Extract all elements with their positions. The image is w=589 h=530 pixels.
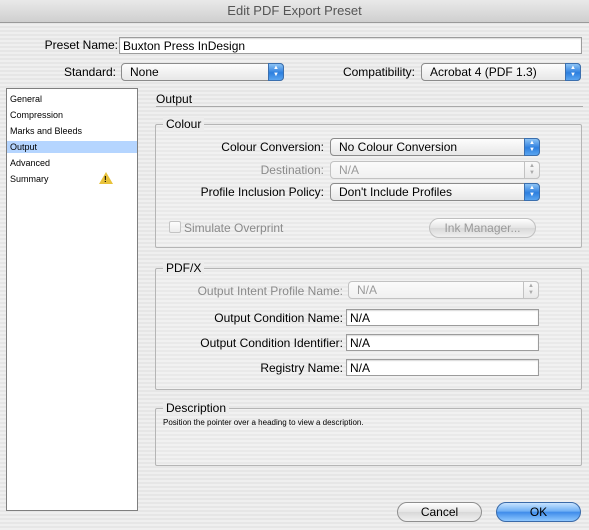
destination-value: N/A [339, 163, 360, 177]
destination-popup[interactable]: N/A ▲ ▼ [330, 161, 540, 179]
sidebar-item-output[interactable]: Output [7, 141, 137, 153]
sidebar-item-marks-and-bleeds[interactable]: Marks and Bleeds [7, 125, 137, 137]
colour-conversion-value: No Colour Conversion [339, 140, 458, 154]
popup-arrows-icon: ▲ ▼ [565, 63, 581, 81]
sidebar-item-advanced[interactable]: Advanced [7, 157, 137, 169]
popup-arrows-icon: ▲ ▼ [268, 63, 284, 81]
condition-name-label: Output Condition Name: [214, 311, 343, 325]
preset-name-label: Preset Name: [44, 38, 118, 52]
standard-value: None [130, 65, 159, 79]
condition-name-input[interactable]: N/A [346, 309, 539, 326]
description-text: Position the pointer over a heading to v… [163, 418, 364, 427]
ink-manager-button[interactable]: Ink Manager... [429, 218, 536, 238]
sidebar-item-compression[interactable]: Compression [7, 109, 137, 121]
sidebar-item-label: General [10, 94, 43, 104]
sidebar-item-label: Output [10, 142, 38, 152]
profile-policy-label: Profile Inclusion Policy: [200, 185, 324, 199]
sidebar-item-label: Advanced [10, 158, 51, 168]
compatibility-label: Compatibility: [342, 65, 415, 79]
warning-icon: ! [99, 172, 113, 184]
simulate-overprint-checkbox[interactable] [169, 221, 181, 233]
simulate-overprint-label: Simulate Overprint [184, 221, 284, 235]
description-title: Description [163, 401, 230, 415]
sidebar-item-label: Compression [10, 110, 64, 120]
sidebar-item-general[interactable]: General [7, 93, 137, 105]
sidebar-item-summary[interactable]: Summary ! [7, 172, 137, 185]
window-title-bar: Edit PDF Export Preset [0, 0, 589, 23]
registry-name-label: Registry Name: [260, 361, 343, 375]
window-title: Edit PDF Export Preset [227, 3, 362, 18]
sidebar-item-label: Marks and Bleeds [10, 126, 83, 136]
category-list[interactable]: General Compression Marks and Bleeds Out… [6, 88, 138, 511]
pdfx-group-title: PDF/X [163, 261, 205, 275]
condition-identifier-label: Output Condition Identifier: [200, 336, 343, 350]
popup-arrows-icon: ▲ ▼ [524, 183, 540, 201]
intent-profile-popup[interactable]: N/A ▲ ▼ [348, 281, 539, 299]
popup-arrows-icon: ▲ ▼ [524, 138, 540, 156]
condition-identifier-input[interactable]: N/A [346, 334, 539, 351]
section-title: Output [156, 92, 193, 106]
preset-name-input[interactable]: Buxton Press InDesign [119, 37, 582, 54]
registry-name-input[interactable]: N/A [346, 359, 539, 376]
intent-profile-label: Output Intent Profile Name: [197, 284, 343, 298]
colour-conversion-label: Colour Conversion: [221, 140, 324, 154]
standard-label: Standard: [63, 65, 116, 79]
ok-button[interactable]: OK [496, 502, 581, 522]
standard-popup[interactable]: None ▲ ▼ [121, 63, 284, 81]
destination-label: Destination: [260, 163, 324, 177]
cancel-button[interactable]: Cancel [397, 502, 482, 522]
intent-profile-value: N/A [357, 283, 378, 297]
sidebar-item-label: Summary [10, 174, 49, 184]
colour-group-title: Colour [163, 117, 205, 131]
profile-policy-popup[interactable]: Don't Include Profiles ▲ ▼ [330, 183, 540, 201]
popup-arrows-icon: ▲ ▼ [524, 161, 540, 179]
section-divider [156, 106, 583, 107]
colour-conversion-popup[interactable]: No Colour Conversion ▲ ▼ [330, 138, 540, 156]
compatibility-popup[interactable]: Acrobat 4 (PDF 1.3) ▲ ▼ [421, 63, 581, 81]
compatibility-value: Acrobat 4 (PDF 1.3) [430, 65, 537, 79]
description-group [155, 408, 582, 466]
popup-arrows-icon: ▲ ▼ [523, 281, 539, 299]
profile-policy-value: Don't Include Profiles [339, 185, 453, 199]
